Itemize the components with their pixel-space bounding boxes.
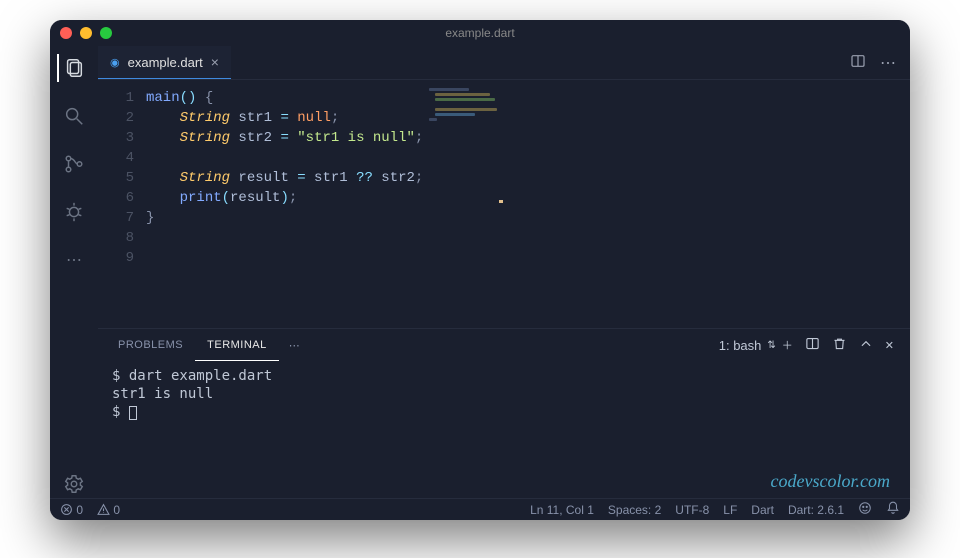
tab-example-dart[interactable]: ◉ example.dart × bbox=[98, 46, 231, 79]
status-feedback-icon[interactable] bbox=[858, 501, 872, 518]
status-encoding[interactable]: UTF-8 bbox=[675, 503, 709, 517]
vscode-window: example.dart ⋯ ◉ bbox=[50, 20, 910, 520]
window-title: example.dart bbox=[50, 26, 910, 40]
editor-more-icon[interactable]: ⋯ bbox=[880, 53, 896, 73]
editor-main: ◉ example.dart × ⋯ 1 2 3 4 bbox=[98, 46, 910, 498]
status-bell-icon[interactable] bbox=[886, 501, 900, 518]
code-editor[interactable]: 1 2 3 4 5 6 7 8 9 main() { String str1 =… bbox=[98, 80, 910, 328]
watermark: codevscolor.com bbox=[771, 471, 890, 492]
activity-bar: ⋯ bbox=[50, 46, 98, 498]
new-terminal-icon[interactable]: ＋ bbox=[782, 337, 793, 353]
kill-terminal-icon[interactable] bbox=[832, 336, 847, 354]
tab-label: example.dart bbox=[128, 55, 203, 70]
settings-gear-icon[interactable] bbox=[60, 470, 88, 498]
maximize-panel-icon[interactable] bbox=[859, 337, 873, 354]
terminal-picker-label: 1: bash bbox=[719, 338, 762, 353]
close-panel-icon[interactable]: ✕ bbox=[885, 339, 894, 352]
panel-tab-terminal[interactable]: TERMINAL bbox=[195, 329, 279, 361]
source-control-icon[interactable] bbox=[60, 150, 88, 178]
debug-icon[interactable] bbox=[60, 198, 88, 226]
workbench-body: ⋯ ◉ example.dart × ⋯ bbox=[50, 46, 910, 498]
terminal-line: $ bbox=[112, 403, 896, 421]
terminal-line: $ dart example.dart bbox=[112, 367, 896, 385]
split-terminal-icon[interactable] bbox=[805, 336, 820, 354]
status-language[interactable]: Dart bbox=[751, 503, 774, 517]
editor-actions: ⋯ bbox=[836, 46, 910, 79]
terminal-picker[interactable]: 1: bash ⇅ bbox=[713, 336, 782, 355]
more-icon[interactable]: ⋯ bbox=[60, 246, 88, 274]
split-editor-icon[interactable] bbox=[850, 53, 866, 72]
panel-tab-bar: PROBLEMS TERMINAL ⋯ 1: bash ⇅ ＋ bbox=[98, 329, 910, 361]
bottom-panel: PROBLEMS TERMINAL ⋯ 1: bash ⇅ ＋ bbox=[98, 328, 910, 498]
panel-tabs-more-icon[interactable]: ⋯ bbox=[279, 339, 310, 352]
search-icon[interactable] bbox=[60, 102, 88, 130]
status-eol[interactable]: LF bbox=[723, 503, 737, 517]
minimap-marker bbox=[499, 200, 503, 203]
status-spaces[interactable]: Spaces: 2 bbox=[608, 503, 661, 517]
minimap[interactable] bbox=[423, 80, 503, 328]
editor-tabs: ◉ example.dart × ⋯ bbox=[98, 46, 910, 80]
status-bar: 0 0 Ln 11, Col 1 Spaces: 2 UTF-8 LF Dart… bbox=[50, 498, 910, 520]
code-content[interactable]: main() { String str1 = null; String str2… bbox=[146, 80, 423, 328]
line-number-gutter: 1 2 3 4 5 6 7 8 9 bbox=[98, 80, 146, 328]
terminal-cursor bbox=[129, 406, 137, 420]
panel-tab-problems[interactable]: PROBLEMS bbox=[106, 329, 195, 361]
updown-icon: ⇅ bbox=[767, 340, 775, 351]
terminal-line: str1 is null bbox=[112, 385, 896, 403]
status-lncol[interactable]: Ln 11, Col 1 bbox=[530, 503, 594, 517]
status-sdk[interactable]: Dart: 2.6.1 bbox=[788, 503, 844, 517]
explorer-icon[interactable] bbox=[57, 54, 85, 82]
titlebar: example.dart bbox=[50, 20, 910, 46]
panel-actions: ＋ ✕ bbox=[782, 336, 902, 354]
dart-file-icon: ◉ bbox=[110, 56, 120, 69]
status-errors[interactable]: 0 bbox=[60, 503, 83, 517]
tab-close-icon[interactable]: × bbox=[211, 54, 219, 70]
status-warnings[interactable]: 0 bbox=[97, 503, 120, 517]
